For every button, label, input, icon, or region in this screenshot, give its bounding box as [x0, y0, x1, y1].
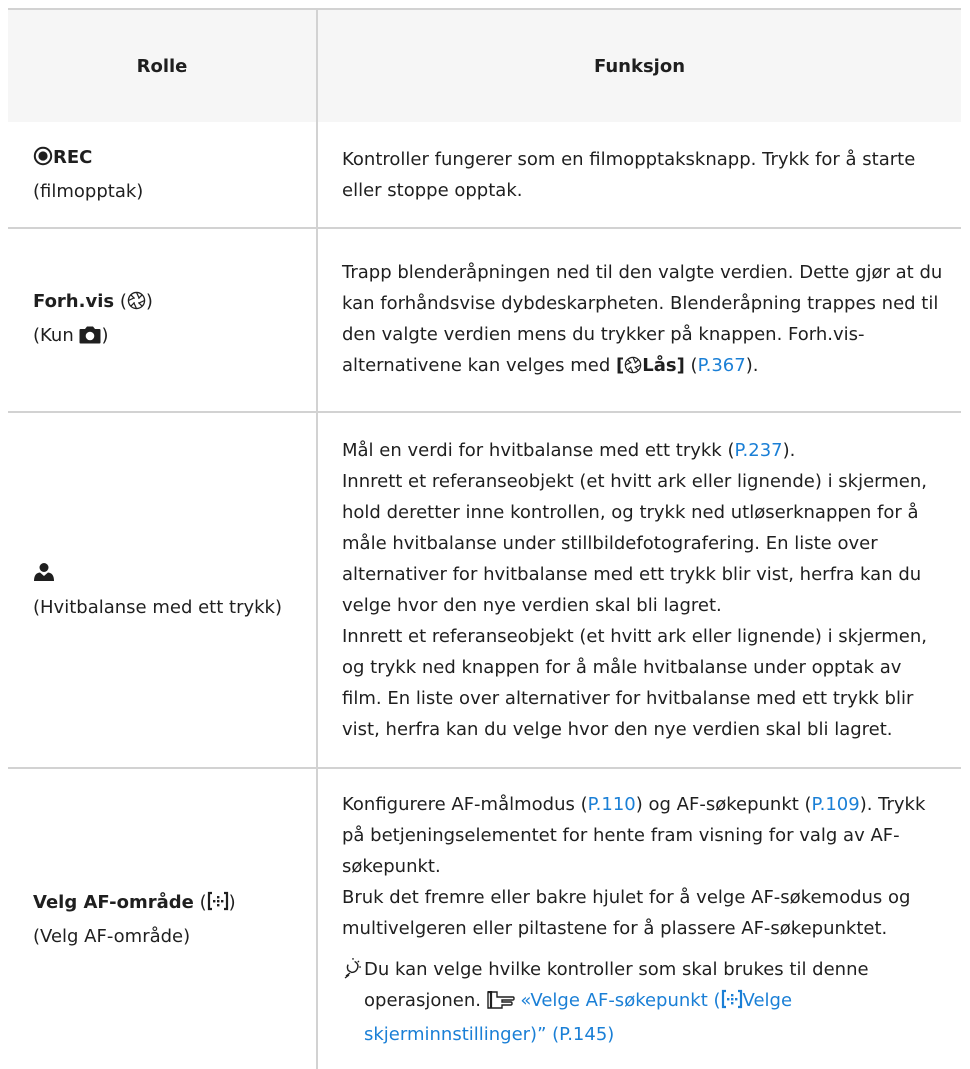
table-row: REC (filmopptak) Kontroller fungerer som… [8, 122, 961, 229]
camera-icon [79, 323, 101, 354]
aperture-icon [624, 353, 642, 384]
function-text: Kontroller fungerer som en filmopptakskn… [342, 148, 916, 201]
table-header: Rolle Funksjon [8, 10, 961, 122]
function-paragraph: Innrett et referanseobjekt (et hvitt ark… [342, 471, 927, 616]
table-row: (Hvitbalanse med ett trykk) Mål en verdi… [8, 413, 961, 769]
tip-bulb-icon [342, 954, 364, 1050]
role-cell: (Hvitbalanse med ett trykk) [8, 413, 318, 767]
header-function: Funksjon [318, 10, 961, 122]
function-cell: Kontroller fungerer som en filmopptakskn… [318, 122, 961, 227]
function-text: Mål en verdi for hvitbalanse med ett try… [342, 440, 796, 461]
page-link[interactable]: P.110 [588, 794, 636, 815]
page-link[interactable]: P.237 [734, 440, 782, 461]
af-target-icon [721, 988, 743, 1019]
role-subtitle: (Velg AF-område) [33, 925, 191, 947]
role-cell: REC (filmopptak) [8, 122, 318, 227]
page-link[interactable]: P.367 [698, 355, 746, 376]
role-subtitle: (Hvitbalanse med ett trykk) [33, 596, 282, 618]
role-subtitle: (filmopptak) [33, 181, 144, 202]
header-role: Rolle [8, 10, 318, 122]
one-touch-wb-icon [33, 561, 55, 592]
aperture-icon [127, 289, 146, 320]
table-row: Velg AF-område ( ) (Velg AF-område) Konf… [8, 769, 961, 1069]
function-table: Rolle Funksjon REC (filmopptak) Kontroll… [8, 8, 961, 1069]
reference-icon [486, 988, 515, 1019]
tip-note: Du kan velge hvilke kontroller som skal … [342, 954, 943, 1050]
role-cell: Forh.vis ( ) (Kun ) [8, 229, 318, 411]
function-text: Trapp blenderåpningen ned til den valgte… [342, 257, 943, 384]
role-title: Forh.vis [33, 291, 115, 312]
page-link[interactable]: P.109 [812, 794, 860, 815]
function-text: Konfigurere AF-målmodus (P.110) og AF-sø… [342, 793, 926, 877]
role-title: REC [53, 147, 93, 168]
movie-record-icon [33, 145, 53, 176]
function-cell: Konfigurere AF-målmodus (P.110) og AF-sø… [318, 769, 961, 1069]
function-cell: Trapp blenderåpningen ned til den valgte… [318, 229, 961, 411]
af-target-icon [207, 890, 229, 921]
function-paragraph: Innrett et referanseobjekt (et hvitt ark… [342, 626, 927, 740]
role-title: Velg AF-område [33, 891, 194, 913]
role-cell: Velg AF-område ( ) (Velg AF-område) [8, 769, 318, 1069]
table-row: Forh.vis ( ) (Kun ) Trapp blenderåpninge… [8, 229, 961, 413]
function-cell: Mål en verdi for hvitbalanse med ett try… [318, 413, 961, 767]
function-paragraph: Bruk det fremre eller bakre hjulet for å… [342, 886, 911, 939]
